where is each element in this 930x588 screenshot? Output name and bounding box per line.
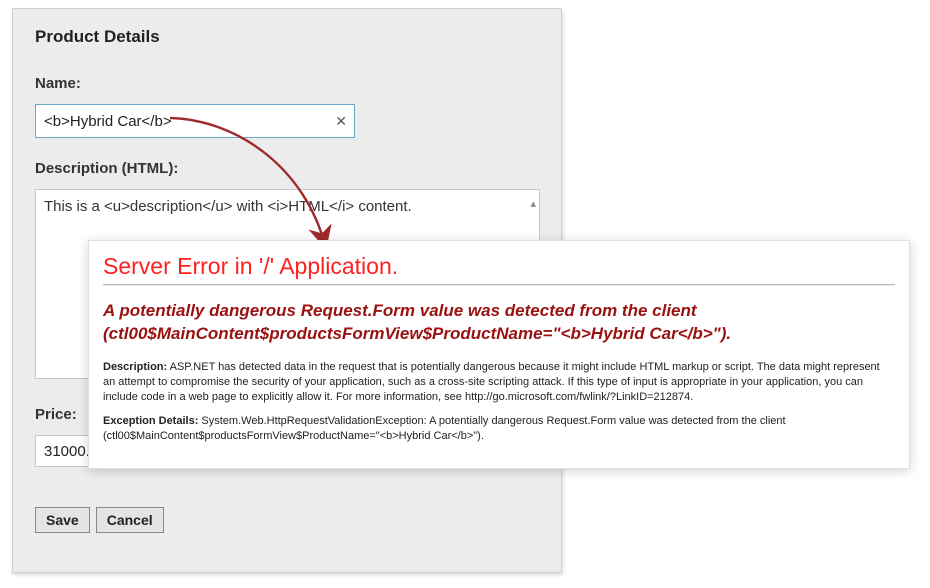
panel-title: Product Details xyxy=(35,27,539,47)
name-input-wrap: ✕ xyxy=(35,104,355,138)
button-row: Save Cancel xyxy=(35,507,539,533)
server-error-box: Server Error in '/' Application. A poten… xyxy=(88,240,910,469)
cancel-button[interactable]: Cancel xyxy=(96,507,164,533)
error-title: Server Error in '/' Application. xyxy=(103,253,895,280)
error-description-label: Description: xyxy=(103,361,167,373)
save-button[interactable]: Save xyxy=(35,507,90,533)
error-description: Description: ASP.NET has detected data i… xyxy=(103,360,895,405)
error-exception-label: Exception Details: xyxy=(103,415,198,427)
error-exception: Exception Details: System.Web.HttpReques… xyxy=(103,414,895,444)
error-subtitle: A potentially dangerous Request.Form val… xyxy=(103,300,895,346)
error-divider xyxy=(103,284,895,286)
error-description-body: ASP.NET has detected data in the request… xyxy=(103,361,880,403)
clear-icon[interactable]: ✕ xyxy=(335,114,347,128)
description-label: Description (HTML): xyxy=(35,160,539,177)
name-input[interactable] xyxy=(35,104,355,138)
name-label: Name: xyxy=(35,75,539,92)
scroll-up-icon[interactable]: ▴ xyxy=(530,197,536,210)
error-exception-body: System.Web.HttpRequestValidationExceptio… xyxy=(103,415,786,442)
